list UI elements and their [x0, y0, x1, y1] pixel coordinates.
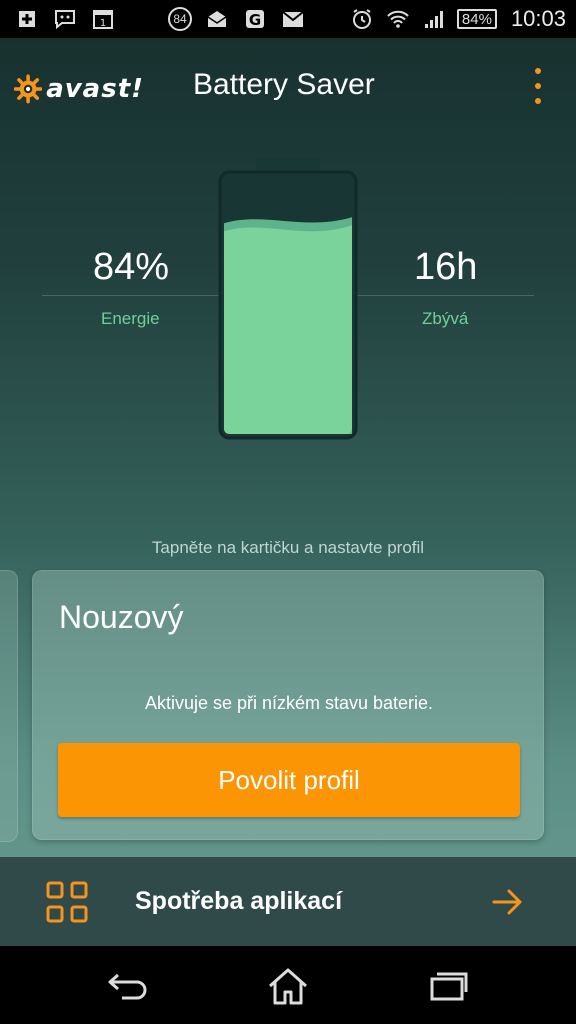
gmail-icon: [280, 7, 306, 31]
app-usage-bar[interactable]: Spotřeba aplikací: [0, 857, 576, 946]
profile-card[interactable]: Nouzový Aktivuje se při nízkém stavu bat…: [32, 570, 544, 840]
battery-graphic: [218, 158, 358, 440]
back-button[interactable]: [104, 966, 152, 1006]
energy-value: 84%: [93, 246, 170, 288]
app-usage-label: Spotřeba aplikací: [135, 887, 343, 915]
recent-apps-button[interactable]: [424, 966, 472, 1006]
status-bar: 1 84 G 84% 10:03: [0, 0, 576, 38]
logo-text: avast!: [46, 74, 144, 104]
page-title: Battery Saver: [193, 68, 375, 101]
recent-apps-icon: [430, 972, 468, 1001]
system-nav-bar: [0, 946, 576, 1024]
home-button[interactable]: [264, 966, 312, 1006]
count-badge: 84: [168, 7, 192, 31]
app-bar: avast! Battery Saver: [0, 38, 576, 134]
back-icon: [108, 973, 147, 1000]
plus-icon: [14, 7, 40, 31]
calendar-day: 1: [100, 18, 106, 29]
battery-percent: 84%: [456, 9, 497, 29]
signal-icon: [421, 7, 447, 31]
grid-icon: [46, 881, 88, 923]
alarm-icon: [349, 7, 375, 31]
arrow-right-icon[interactable]: [492, 887, 524, 917]
g-icon: G: [242, 7, 268, 31]
avast-logo-icon: [14, 74, 43, 104]
profile-description: Aktivuje se při nízkém stavu baterie.: [144, 693, 434, 713]
avast-logo[interactable]: avast!: [14, 64, 144, 114]
wifi-icon: [385, 7, 411, 31]
mail-open-icon: [204, 7, 230, 31]
remaining-label: Zbývá: [422, 309, 469, 328]
battery-fill: [224, 217, 352, 434]
enable-profile-button[interactable]: Povolit profil: [58, 743, 520, 817]
home-icon: [269, 968, 307, 1005]
svg-text:G: G: [249, 11, 261, 29]
battery-saver-screen: avast! Battery Saver 84% Energie 16h Zbý…: [0, 38, 576, 946]
previous-profile-card[interactable]: [0, 570, 18, 842]
energy-label: Energie: [101, 309, 160, 328]
chat-icon: [52, 7, 78, 31]
remaining-value: 16h: [414, 246, 478, 288]
clock: 10:03: [510, 6, 566, 31]
overflow-menu-icon[interactable]: [528, 68, 548, 104]
hint-text: Tapněte na kartičku a nastavte profil: [151, 538, 425, 557]
profile-title: Nouzový: [59, 599, 184, 635]
calendar-icon: 1: [90, 7, 116, 31]
